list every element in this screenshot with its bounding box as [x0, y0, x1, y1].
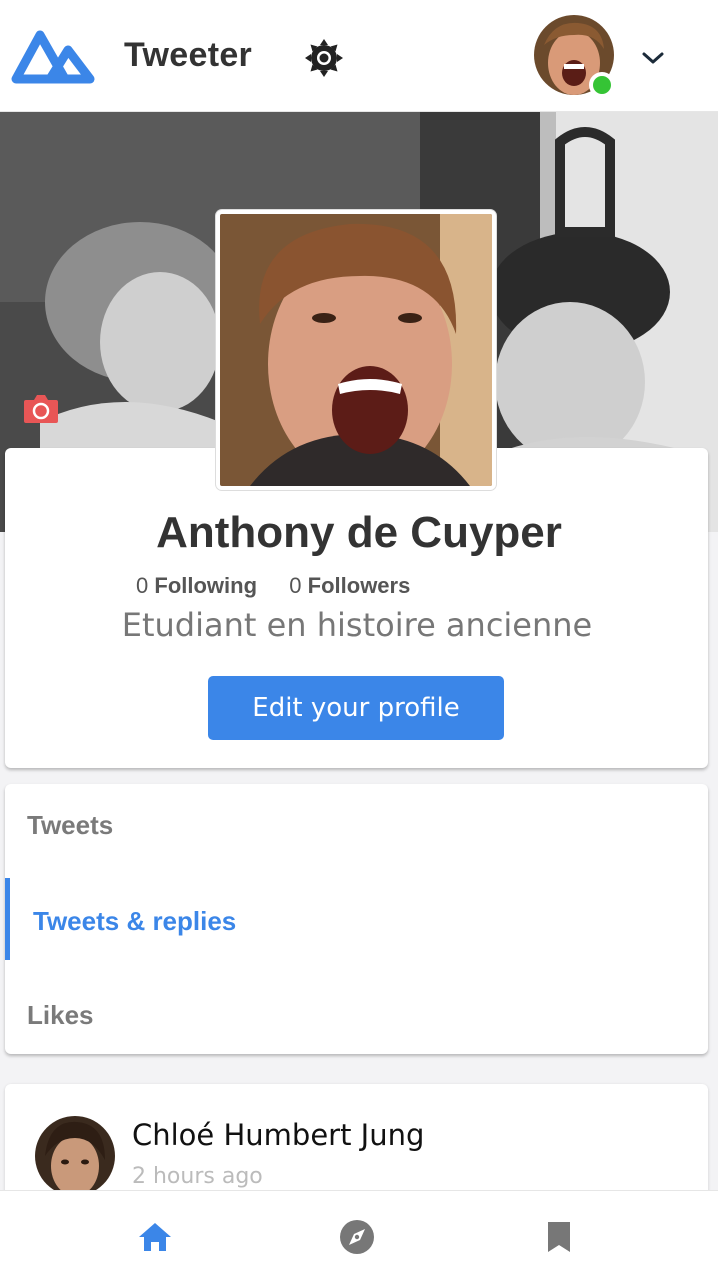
explore-icon[interactable] — [335, 1215, 379, 1259]
profile-bio: Etudiant en histoire ancienne — [121, 606, 593, 644]
top-bar: Tweeter — [0, 0, 718, 112]
edit-profile-button[interactable]: Edit your profile — [208, 676, 504, 740]
bookmark-icon[interactable] — [537, 1215, 581, 1259]
tab-likes[interactable]: Likes — [27, 1000, 94, 1031]
tweet-author-name[interactable]: Chloé Humbert Jung — [132, 1118, 424, 1152]
following-count[interactable]: 0 — [136, 573, 148, 598]
active-tab-indicator — [5, 878, 10, 960]
profile-name: Anthony de Cuyper — [156, 508, 562, 557]
tab-tweets-replies[interactable]: Tweets & replies — [33, 906, 236, 937]
followers-label[interactable]: Followers — [308, 573, 411, 598]
chevron-down-icon[interactable] — [638, 44, 668, 72]
tweet-author-avatar[interactable] — [35, 1116, 115, 1196]
home-icon[interactable] — [133, 1215, 177, 1259]
camera-icon[interactable] — [23, 392, 59, 424]
profile-tabs: Tweets Tweets & replies Likes — [5, 784, 708, 1054]
bottom-navigation — [0, 1190, 718, 1282]
profile-photo[interactable] — [216, 210, 496, 490]
online-status-indicator — [589, 72, 615, 98]
tab-tweets[interactable]: Tweets — [27, 810, 113, 841]
brightness-icon[interactable] — [302, 36, 346, 80]
brand-name[interactable]: Tweeter — [124, 36, 252, 75]
following-label[interactable]: Following — [154, 573, 257, 598]
tweet-timestamp: 2 hours ago — [132, 1164, 263, 1189]
profile-stats: 0 Following 0 Followers — [136, 573, 410, 599]
tweeter-logo-icon[interactable] — [10, 26, 96, 86]
followers-count[interactable]: 0 — [289, 573, 301, 598]
